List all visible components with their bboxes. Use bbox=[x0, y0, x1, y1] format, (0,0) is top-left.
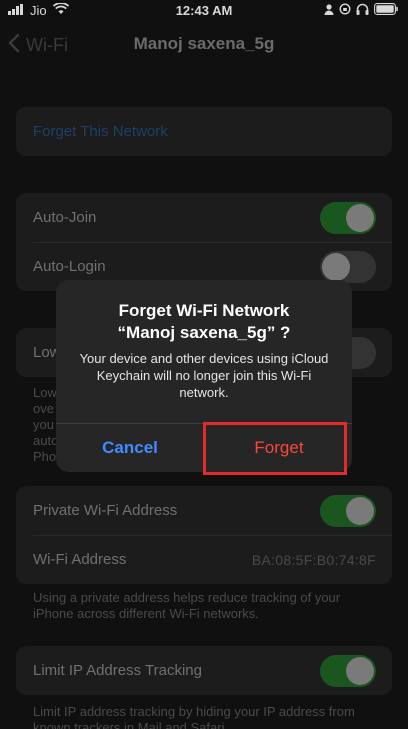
toggle-knob bbox=[346, 204, 374, 232]
auto-join-label: Auto-Join bbox=[33, 209, 97, 226]
privacy-footnote: Using a private address helps reduce tra… bbox=[33, 590, 341, 621]
forget-this-network-button[interactable]: Forget This Network bbox=[16, 107, 392, 156]
privacy-group: Private Wi-Fi Address Wi-Fi Address BA:0… bbox=[16, 486, 392, 584]
alert-message: Your device and other devices using iClo… bbox=[79, 351, 329, 400]
cancel-button[interactable]: Cancel bbox=[56, 423, 204, 472]
status-bar: Jio 12:43 AM bbox=[0, 0, 408, 22]
wifi-address-value: BA:08:5F:B0:74:8F bbox=[251, 551, 376, 568]
auto-join-toggle[interactable] bbox=[320, 202, 376, 234]
headphones-icon bbox=[356, 3, 369, 18]
status-right bbox=[324, 3, 398, 18]
private-address-toggle[interactable] bbox=[320, 495, 376, 527]
private-address-row: Private Wi-Fi Address bbox=[16, 486, 392, 535]
auto-join-row: Auto-Join bbox=[16, 193, 392, 242]
alert-title: Forget Wi-Fi Network “Manoj saxena_5g” ? bbox=[66, 300, 342, 344]
private-address-label: Private Wi-Fi Address bbox=[33, 502, 178, 519]
toggle-knob bbox=[322, 253, 350, 281]
lock-rotation-icon bbox=[339, 3, 351, 18]
forget-button-highlight-box bbox=[203, 422, 347, 475]
alert-title-line: Forget Wi-Fi Network bbox=[118, 301, 290, 320]
page-title: Manoj saxena_5g bbox=[133, 34, 275, 53]
forget-network-group: Forget This Network bbox=[16, 107, 392, 156]
toggle-knob bbox=[346, 657, 374, 685]
join-settings-group: Auto-Join Auto-Login bbox=[16, 193, 392, 291]
alert-title-network: “Manoj saxena_5g” ? bbox=[117, 323, 291, 342]
limit-tracking-footnote: Limit IP address tracking by hiding your… bbox=[33, 704, 355, 729]
auto-login-toggle[interactable] bbox=[320, 251, 376, 283]
limit-tracking-row: Limit IP Address Tracking bbox=[16, 646, 392, 695]
battery-icon bbox=[374, 3, 398, 18]
toggle-knob bbox=[346, 497, 374, 525]
person-icon bbox=[324, 3, 334, 18]
wifi-address-row: Wi-Fi Address BA:08:5F:B0:74:8F bbox=[16, 535, 392, 584]
limit-tracking-group: Limit IP Address Tracking bbox=[16, 646, 392, 695]
wifi-address-label: Wi-Fi Address bbox=[33, 551, 127, 568]
auto-login-label: Auto-Login bbox=[33, 258, 106, 275]
navigation-bar: Wi-Fi Manoj saxena_5g bbox=[0, 28, 408, 64]
limit-tracking-toggle[interactable] bbox=[320, 655, 376, 687]
limit-tracking-label: Limit IP Address Tracking bbox=[33, 662, 202, 679]
